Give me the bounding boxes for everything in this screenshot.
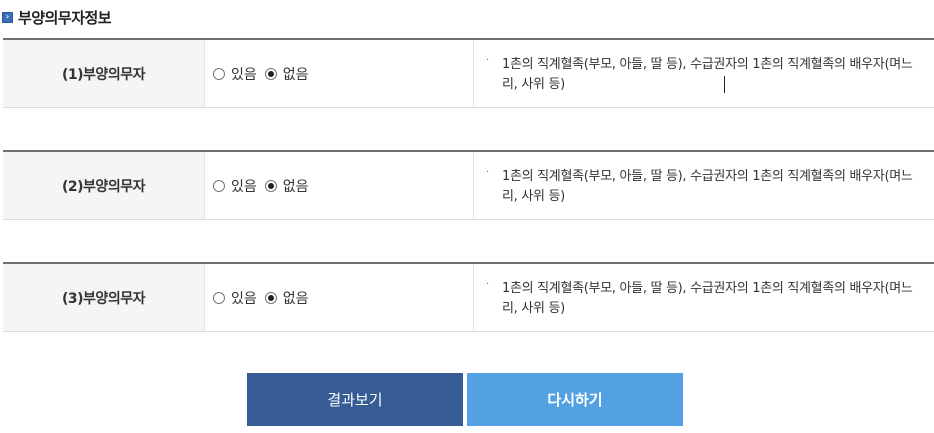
radio-option-no[interactable]: 없음 — [264, 176, 309, 196]
dependent-row-3: (3)부양의무자 있음 없음 · 1촌의 직계혈족(부모, 아들, 딸 등), … — [3, 262, 934, 332]
row-description: · 1촌의 직계혈족(부모, 아들, 딸 등), 수급권자의 1촌의 직계혈족의… — [474, 40, 934, 107]
radio-label-yes: 있음 — [231, 290, 257, 307]
row-description: · 1촌의 직계혈족(부모, 아들, 딸 등), 수급권자의 1촌의 직계혈족의… — [474, 264, 934, 331]
bullet: · — [486, 55, 489, 66]
radio-option-no[interactable]: 없음 — [264, 288, 309, 308]
radio-label-yes: 있음 — [231, 178, 257, 195]
radio-label-no: 없음 — [282, 66, 309, 83]
square-arrow-icon: › — [2, 11, 13, 23]
row-description: · 1촌의 직계혈족(부모, 아들, 딸 등), 수급권자의 1촌의 직계혈족의… — [474, 152, 934, 219]
radio-button-yes[interactable] — [213, 179, 225, 192]
radio-option-no[interactable]: 없음 — [264, 64, 309, 84]
result-button[interactable]: 결과보기 — [247, 373, 463, 426]
radio-option-yes[interactable]: 있음 — [213, 288, 257, 308]
radio-option-yes[interactable]: 있음 — [213, 64, 257, 84]
bullet: · — [486, 279, 489, 290]
row-label: (1)부양의무자 — [3, 40, 205, 107]
radio-group: 있음 없음 — [205, 152, 474, 219]
radio-label-no: 없음 — [282, 290, 309, 307]
section-header: › 부양의무자정보 — [2, 7, 112, 27]
section-title: 부양의무자정보 — [18, 8, 112, 27]
radio-group: 있음 없음 — [205, 40, 474, 107]
description-text: 1촌의 직계혈족(부모, 아들, 딸 등), 수급권자의 1촌의 직계혈족의 배… — [502, 281, 913, 316]
bullet: · — [486, 167, 489, 178]
dependent-row-2: (2)부양의무자 있음 없음 · 1촌의 직계혈족(부모, 아들, 딸 등), … — [3, 150, 934, 220]
dependent-row-1: (1)부양의무자 있음 없음 · 1촌의 직계혈족(부모, 아들, 딸 등), … — [3, 38, 934, 108]
radio-group: 있음 없음 — [205, 264, 474, 331]
description-text: 1촌의 직계혈족(부모, 아들, 딸 등), 수급권자의 1촌의 직계혈족의 배… — [502, 57, 913, 92]
radio-button-no[interactable] — [264, 291, 277, 304]
row-label: (2)부양의무자 — [3, 152, 205, 219]
radio-button-no[interactable] — [264, 67, 277, 80]
radio-button-yes[interactable] — [213, 291, 225, 304]
radio-button-no[interactable] — [264, 179, 277, 192]
radio-label-no: 없음 — [282, 178, 309, 195]
radio-option-yes[interactable]: 있음 — [213, 176, 257, 196]
row-label: (3)부양의무자 — [3, 264, 205, 331]
radio-button-yes[interactable] — [213, 67, 225, 80]
description-text: 1촌의 직계혈족(부모, 아들, 딸 등), 수급권자의 1촌의 직계혈족의 배… — [502, 169, 913, 204]
radio-label-yes: 있음 — [231, 66, 257, 83]
text-cursor — [724, 76, 725, 93]
reset-button[interactable]: 다시하기 — [467, 373, 683, 426]
